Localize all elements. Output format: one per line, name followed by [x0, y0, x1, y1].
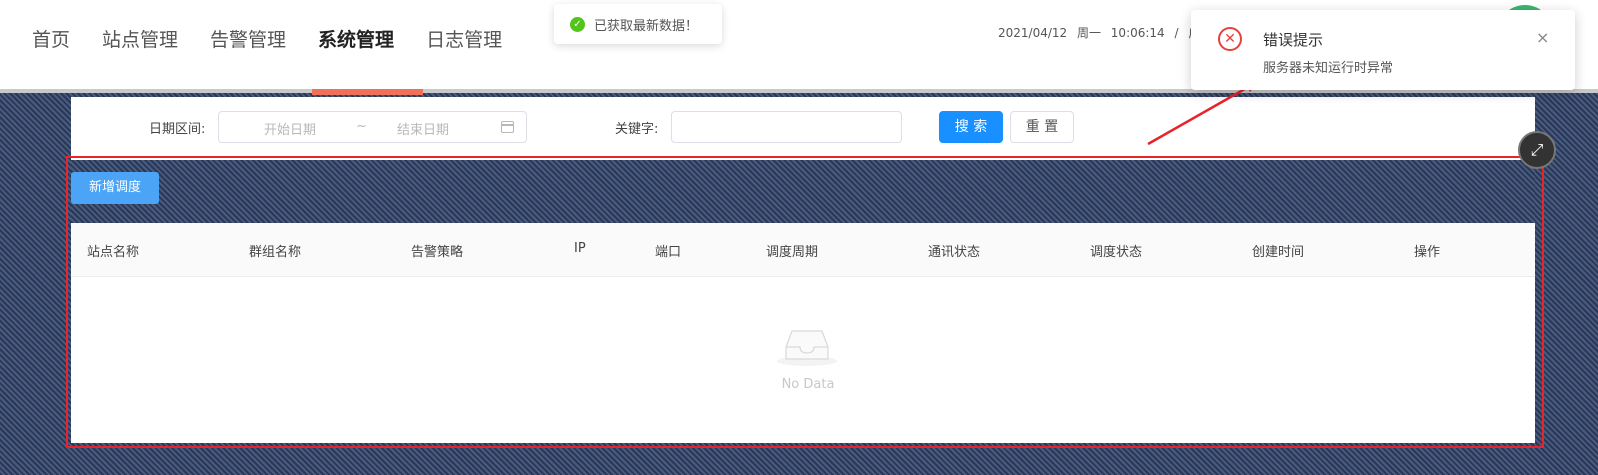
highlight-frame — [66, 156, 1544, 448]
notification-description: 服务器未知运行时异常 — [1263, 61, 1394, 76]
fullscreen-icon[interactable]: ⤢ — [1518, 131, 1556, 169]
error-circle-icon: ✕ — [1218, 27, 1242, 51]
nav-item-site-management[interactable]: 站点管理 — [86, 0, 194, 93]
end-date-placeholder[interactable]: 结束日期 — [397, 119, 449, 138]
success-toast: ✓ 已获取最新数据！ — [554, 4, 722, 44]
search-button[interactable]: 搜 索 — [939, 111, 1003, 143]
main-nav: 首页 站点管理 告警管理 系统管理 日志管理 — [0, 0, 518, 93]
close-icon[interactable]: × — [1536, 28, 1549, 47]
nav-item-alarm-management[interactable]: 告警管理 — [194, 0, 302, 93]
date-separator: ~ — [356, 119, 367, 134]
keyword-label: 关键字: — [615, 122, 659, 137]
start-date-placeholder[interactable]: 开始日期 — [264, 119, 316, 138]
nav-item-system-management[interactable]: 系统管理 — [302, 0, 410, 93]
check-circle-icon: ✓ — [570, 16, 585, 32]
keyword-input[interactable] — [671, 111, 902, 143]
date-range-picker[interactable]: 开始日期 ~ 结束日期 — [218, 111, 527, 143]
search-bar: 日期区间: 开始日期 ~ 结束日期 关键字: 搜 索 重 置 — [71, 97, 1535, 157]
notification-title: 错误提示 — [1263, 31, 1324, 49]
nav-active-indicator — [312, 89, 423, 95]
reset-button[interactable]: 重 置 — [1010, 111, 1074, 143]
toast-message: 已获取最新数据！ — [594, 18, 699, 34]
error-notification: ✕ 错误提示 服务器未知运行时异常 × — [1191, 10, 1575, 90]
nav-item-home[interactable]: 首页 — [0, 0, 86, 93]
calendar-icon[interactable] — [501, 121, 514, 133]
nav-item-log-management[interactable]: 日志管理 — [410, 0, 518, 93]
date-range-label: 日期区间: — [149, 122, 206, 137]
header-datetime: 2021/04/12 周一 10:06:14 / 广州 — [998, 26, 1213, 40]
